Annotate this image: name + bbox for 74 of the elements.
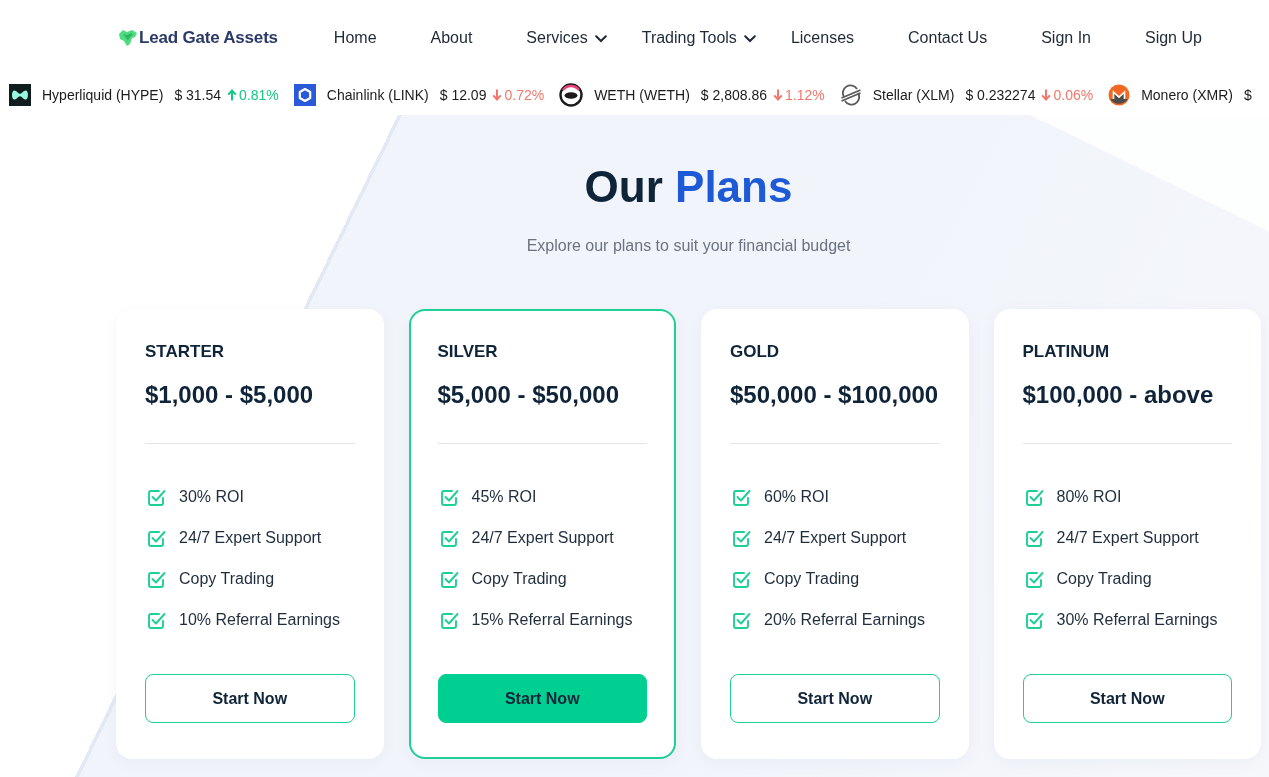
coin-logo-icon: [1108, 84, 1131, 106]
nav-link[interactable]: Sign In: [1041, 28, 1091, 47]
plan-price: $100,000 - above: [1022, 380, 1215, 410]
feature-text: Copy Trading: [179, 570, 275, 588]
check-icon: [1024, 528, 1044, 548]
feature-text: 20% Referral Earnings: [764, 611, 925, 629]
plan-name: STARTER: [145, 341, 225, 363]
check-icon: [732, 610, 751, 630]
nav-link[interactable]: Trading Tools: [641, 28, 756, 47]
check-icon: [147, 528, 166, 548]
check-icon: [732, 487, 751, 507]
nav-link[interactable]: Services: [526, 28, 607, 47]
feature-text: 24/7 Expert Support: [1056, 529, 1199, 547]
coin-name: Chainlink (LINK): [326, 87, 429, 103]
start-button[interactable]: Start Now: [437, 674, 647, 723]
check-icon: [147, 610, 166, 630]
section-subtitle: Explore our plans to suit your financial budget: [526, 236, 851, 256]
ring-icon: [559, 83, 584, 107]
plan-price: $1,000 - $5,000: [145, 380, 315, 410]
check-icon: [1024, 610, 1044, 630]
coin-price: $ 2,808.86: [700, 87, 767, 103]
plan-name: PLATINUM: [1022, 341, 1111, 363]
logo-icon: [118, 28, 138, 47]
section-title: Our Plans: [584, 161, 793, 213]
price-change: 0.72%: [504, 87, 545, 103]
check-icon: [439, 610, 459, 630]
check-icon: [439, 528, 459, 548]
check-icon: [1024, 487, 1044, 507]
feature-text: Copy Trading: [471, 570, 567, 588]
check-icon: [147, 487, 166, 507]
feature-text: Copy Trading: [764, 570, 860, 588]
swoosh-icon: [839, 84, 862, 106]
check-icon: [732, 569, 751, 589]
nav-link[interactable]: Licenses: [790, 28, 855, 47]
check-icon: [147, 569, 166, 589]
plan-price: $50,000 - $100,000: [730, 380, 940, 410]
coin-name: WETH (WETH): [594, 87, 690, 103]
feature-text: 30% Referral Earnings: [1056, 611, 1218, 629]
nav-link[interactable]: Home: [333, 28, 377, 47]
feature-text: 45% ROI: [471, 488, 537, 506]
feature-text: 24/7 Expert Support: [179, 529, 322, 547]
nav-link[interactable]: About: [430, 28, 473, 47]
coin-price: $ 0.232274: [965, 87, 1036, 103]
check-icon: [439, 487, 459, 507]
logo-link[interactable]: Lead Gate Assets: [118, 27, 278, 48]
check-icon: [732, 528, 751, 548]
plan-price: $5,000 - $50,000: [437, 380, 620, 410]
check-icon: [439, 569, 459, 589]
feature-text: 24/7 Expert Support: [471, 529, 614, 547]
start-button[interactable]: Start Now: [1022, 674, 1232, 723]
check-icon: [1024, 569, 1044, 589]
plan-name: GOLD: [730, 341, 781, 363]
feature-text: Copy Trading: [1056, 570, 1152, 588]
feature-text: 15% Referral Earnings: [471, 611, 633, 629]
nav-link[interactable]: Sign Up: [1145, 28, 1202, 47]
coin-logo-icon: [9, 84, 31, 106]
start-button[interactable]: Start Now: [145, 674, 355, 723]
feature-text: 30% ROI: [179, 488, 244, 506]
start-button[interactable]: Start Now: [730, 674, 940, 723]
coin-name: Monero (XMR): [1141, 87, 1233, 103]
nav-link[interactable]: Contact Us: [908, 28, 988, 47]
coin-name: Hyperliquid (HYPE): [42, 87, 164, 103]
coin-price: $ 12.09: [439, 87, 487, 103]
plan-name: SILVER: [437, 341, 499, 363]
feature-text: 24/7 Expert Support: [764, 529, 907, 547]
coin-name: Stellar (XLM): [872, 87, 955, 103]
coin-price: $ 31.54: [174, 87, 222, 103]
feature-text: 60% ROI: [764, 488, 829, 506]
feature-text: 10% Referral Earnings: [179, 611, 340, 629]
coin-price: $: [1243, 87, 1252, 103]
price-change: 0.06%: [1053, 87, 1094, 103]
price-change: 0.81%: [239, 87, 279, 103]
feature-text: 80% ROI: [1056, 488, 1122, 506]
price-change: 1.12%: [785, 87, 825, 103]
